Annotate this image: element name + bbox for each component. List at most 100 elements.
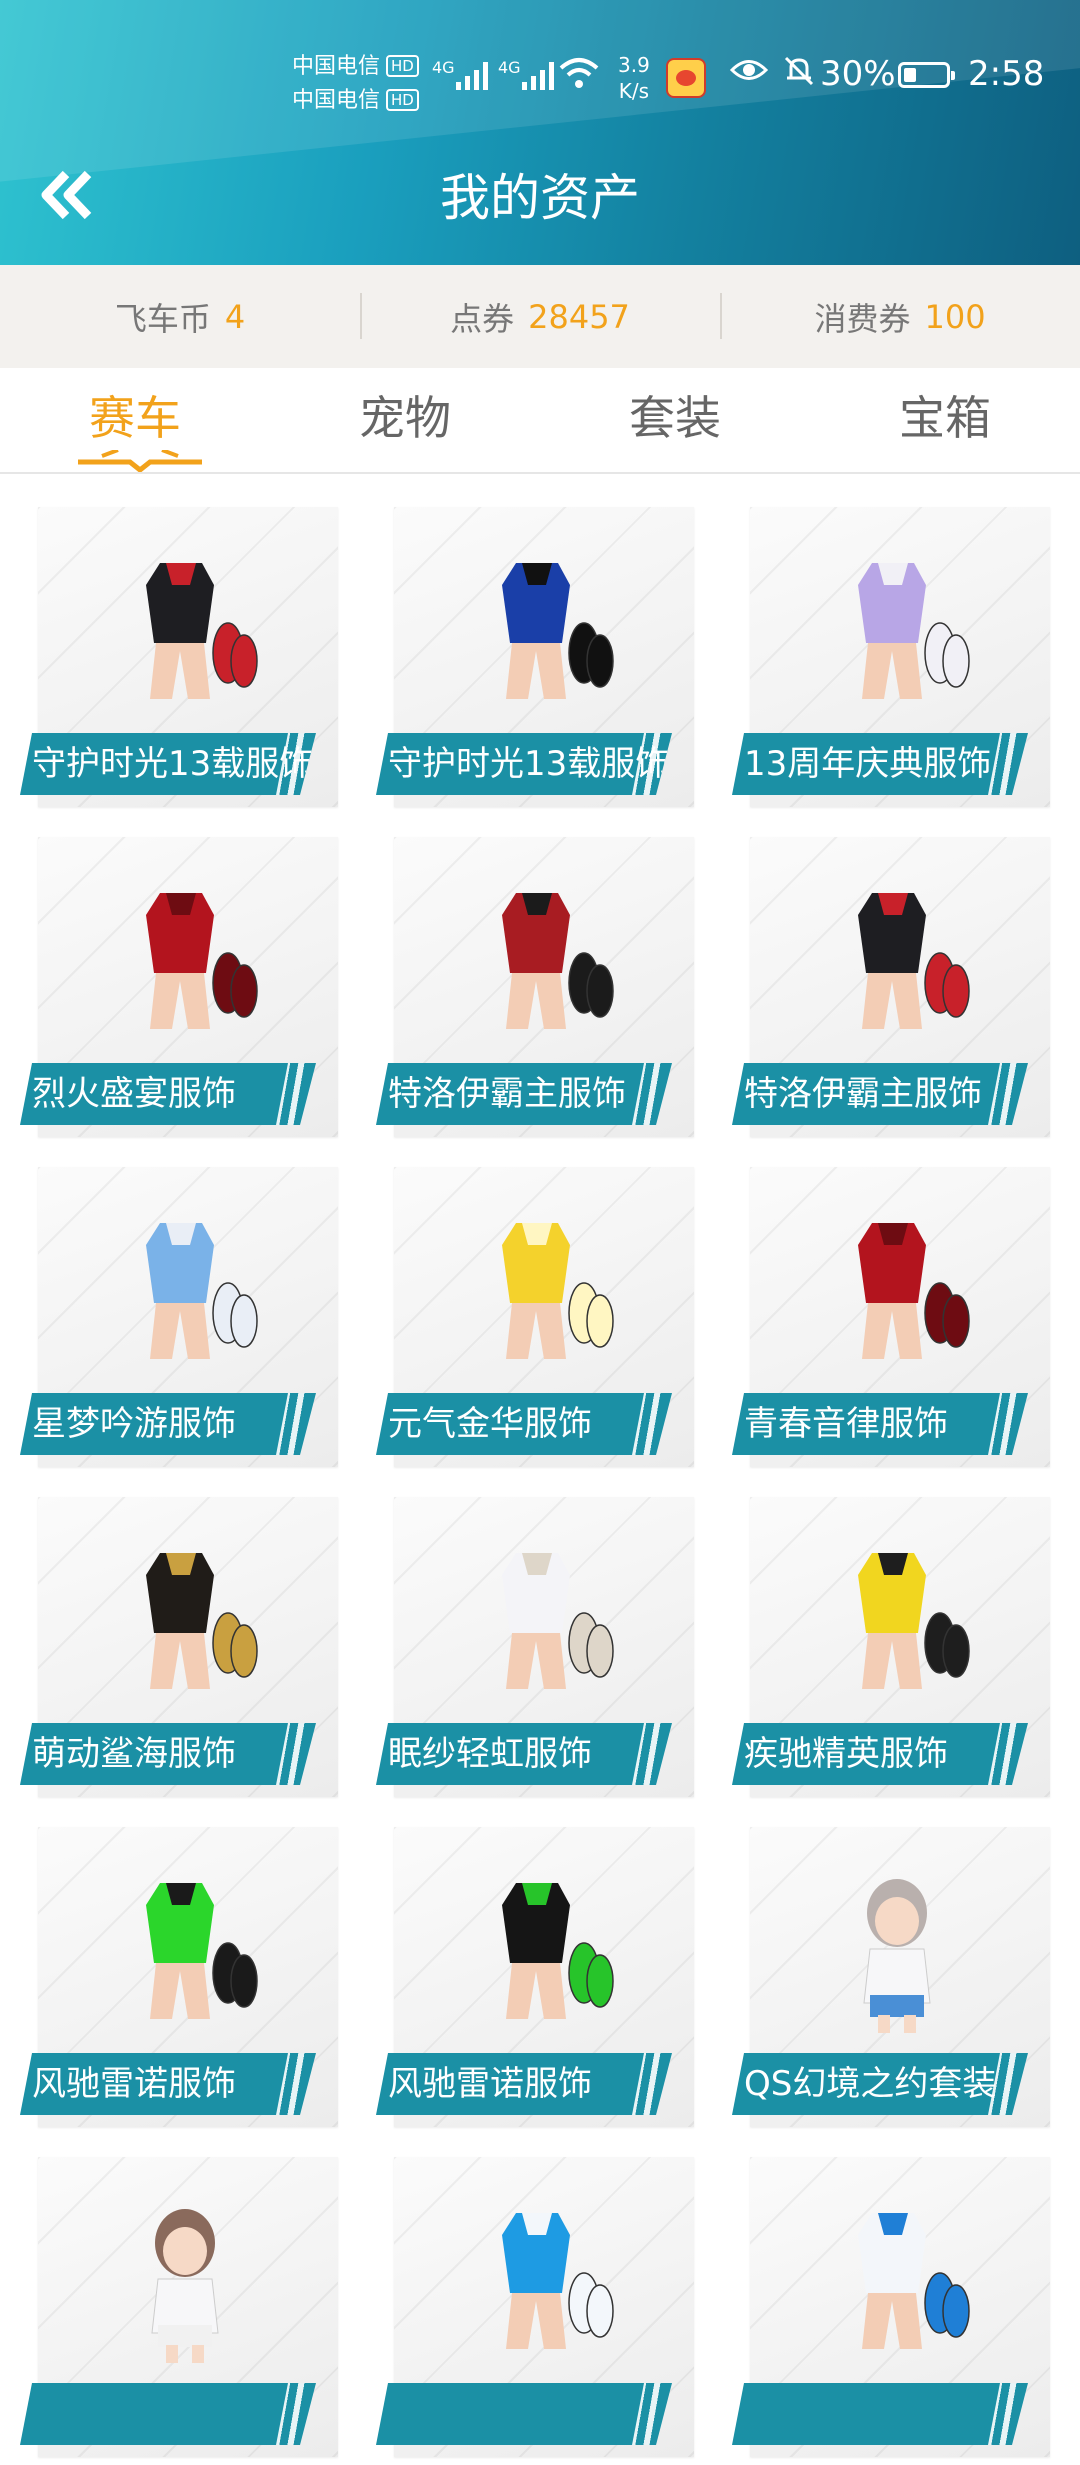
item-name-banner: [20, 2383, 316, 2445]
item-name: 13周年庆典服饰: [744, 744, 992, 784]
item-card[interactable]: 星梦吟游服饰: [20, 1165, 338, 1475]
speed-value: 3.9: [618, 53, 650, 77]
network-speed: 3.9 K/s: [618, 52, 650, 104]
carrier-2: 中国电信: [292, 88, 381, 113]
page-title: 我的资产: [440, 169, 640, 227]
status-bar: 中国电信 HD 中国电信 HD 4G 4G 3.9 K/s 30% 2:58: [0, 0, 1080, 150]
tab-chests[interactable]: 宝箱: [810, 368, 1080, 472]
asset-dianquan: 点券 28457: [360, 265, 720, 368]
item-card[interactable]: 守护时光13载服饰: [376, 505, 694, 815]
character-girl-icon: [863, 1879, 931, 2033]
signal-icon: [456, 62, 488, 90]
assets-bar: 飞车币 4 点券 28457 消费券 100: [0, 265, 1080, 368]
character-boy-icon: [151, 2209, 219, 2363]
item-card[interactable]: 风驰雷诺服饰: [20, 1825, 338, 2135]
item-name: 青春音律服饰: [744, 1404, 948, 1444]
battery-icon: [898, 62, 955, 88]
item-name-banner: 守护时光13载服饰: [20, 733, 316, 795]
signal-icon: [522, 62, 554, 90]
item-name: 眠纱轻虹服饰: [388, 1734, 592, 1774]
item-name: 特洛伊霸主服饰: [388, 1074, 626, 1114]
item-card[interactable]: 烈火盛宴服饰: [20, 835, 338, 1145]
item-name: QS幻境之约套装: [744, 2064, 997, 2104]
item-name-banner: 星梦吟游服饰: [20, 1393, 316, 1455]
tab-label: 宠物: [359, 391, 451, 445]
asset-xiaofeiquan: 消费券 100: [720, 265, 1080, 368]
outfit-black-red-icon: [146, 563, 258, 699]
speed-unit: K/s: [618, 79, 650, 103]
outfit-purple-white-icon: [858, 563, 970, 699]
item-card[interactable]: 13周年庆典服饰: [732, 505, 1050, 815]
item-card[interactable]: 元气金华服饰: [376, 1165, 694, 1475]
item-name: 守护时光13载服饰: [32, 744, 314, 784]
item-name: 风驰雷诺服饰: [32, 2064, 236, 2104]
item-card[interactable]: [376, 2155, 694, 2465]
item-card[interactable]: 眠纱轻虹服饰: [376, 1495, 694, 1805]
item-name-banner: 13周年庆典服饰: [732, 733, 1028, 795]
item-name-banner: 风驰雷诺服饰: [20, 2053, 316, 2115]
asset-label: 飞车币: [114, 299, 211, 338]
hd-badge: HD: [386, 89, 419, 111]
item-name-banner: [376, 2383, 672, 2445]
battery-percent: 30%: [820, 54, 896, 94]
item-name: 元气金华服饰: [388, 1404, 592, 1444]
item-name: 风驰雷诺服饰: [388, 2064, 592, 2104]
item-name-banner: 元气金华服饰: [376, 1393, 672, 1455]
tab-label: 赛车: [89, 391, 181, 445]
asset-value: 4: [224, 297, 246, 336]
outfit-white-blue-icon: [858, 2213, 970, 2349]
active-tab-indicator: [78, 450, 202, 472]
tab-suits[interactable]: 套装: [540, 368, 810, 472]
outfit-yellow-dress-icon: [502, 1223, 614, 1359]
item-card[interactable]: 萌动鲨海服饰: [20, 1495, 338, 1805]
item-card[interactable]: 疾驰精英服饰: [732, 1495, 1050, 1805]
item-card[interactable]: 青春音律服饰: [732, 1165, 1050, 1475]
item-card[interactable]: [732, 2155, 1050, 2465]
outfit-red-dress-icon: [858, 1223, 970, 1359]
tab-pets[interactable]: 宠物: [270, 368, 540, 472]
item-name-banner: 萌动鲨海服饰: [20, 1723, 316, 1785]
app-header: 中国电信 HD 中国电信 HD 4G 4G 3.9 K/s 30% 2:58 我…: [0, 0, 1080, 265]
carrier-info: 中国电信 HD 中国电信 HD: [292, 50, 419, 118]
item-name-banner: 青春音律服饰: [732, 1393, 1028, 1455]
item-card[interactable]: 特洛伊霸主服饰: [376, 835, 694, 1145]
item-name-banner: QS幻境之约套装: [732, 2053, 1028, 2115]
outfit-yellow-black-icon: [858, 1553, 970, 1689]
asset-label: 消费券: [814, 299, 911, 338]
network-type-1: 4G: [432, 58, 455, 77]
item-card[interactable]: [20, 2155, 338, 2465]
outfit-blue-black-icon: [502, 563, 614, 699]
item-name: 萌动鲨海服饰: [32, 1734, 236, 1774]
asset-value: 28457: [528, 297, 630, 336]
outfit-black-red-icon: [858, 893, 970, 1029]
outfit-black-green-icon: [502, 1883, 614, 2019]
wifi-icon: [558, 56, 600, 99]
item-card[interactable]: 风驰雷诺服饰: [376, 1825, 694, 2135]
carrier-1: 中国电信: [292, 54, 381, 79]
network-type-2: 4G: [498, 58, 521, 77]
outfit-blue-gown-icon: [146, 1223, 258, 1359]
item-name-banner: 风驰雷诺服饰: [376, 2053, 672, 2115]
item-name: 烈火盛宴服饰: [32, 1074, 236, 1114]
tab-label: 套装: [629, 391, 721, 445]
asset-label: 点券: [450, 299, 515, 338]
tab-cars[interactable]: 赛车: [0, 368, 270, 472]
outfit-green-black-icon: [146, 1883, 258, 2019]
hd-badge: HD: [386, 55, 419, 77]
outfit-blue-white-icon: [502, 2213, 614, 2349]
item-name-banner: 特洛伊霸主服饰: [376, 1063, 672, 1125]
app-notification-icon: [666, 58, 706, 98]
item-card[interactable]: QS幻境之约套装: [732, 1825, 1050, 2135]
outfit-white-gown-icon: [502, 1553, 614, 1689]
asset-feicheb: 飞车币 4: [0, 265, 360, 368]
outfit-red-black-icon: [502, 893, 614, 1029]
clock: 2:58: [968, 54, 1045, 94]
eye-icon: [729, 54, 769, 94]
outfit-red-dress-icon: [146, 893, 258, 1029]
asset-value: 100: [924, 297, 986, 336]
item-card[interactable]: 特洛伊霸主服饰: [732, 835, 1050, 1145]
item-name: 星梦吟游服饰: [32, 1404, 236, 1444]
item-name-banner: [732, 2383, 1028, 2445]
item-card[interactable]: 守护时光13载服饰: [20, 505, 338, 815]
item-name-banner: 特洛伊霸主服饰: [732, 1063, 1028, 1125]
